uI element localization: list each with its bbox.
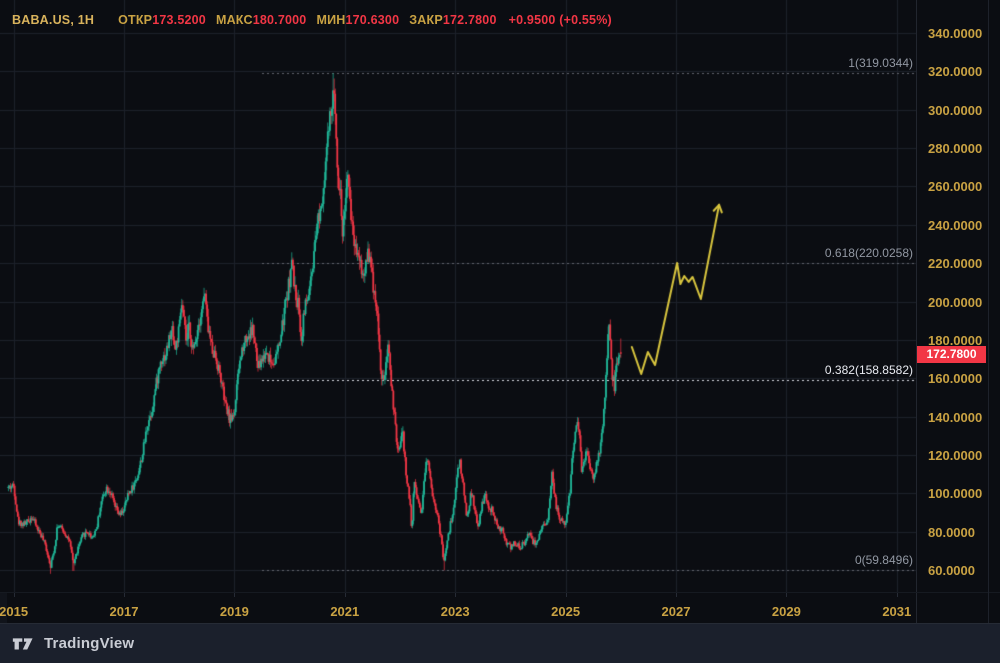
bottom-panel: TradingView [0, 623, 1000, 663]
open-label: ОТКР [118, 13, 153, 27]
right-gutter-line [988, 0, 989, 663]
price-axis-label: 160.0000 [928, 371, 983, 387]
price-axis-label: 300.0000 [928, 102, 983, 118]
price-axis-label: 220.0000 [928, 256, 983, 272]
time-axis-label: 2025 [551, 604, 581, 619]
time-axis-label: 2019 [219, 604, 249, 619]
low-label: МИН [316, 13, 346, 27]
price-axis-label: 80.0000 [928, 524, 975, 540]
time-axis-label: 2017 [109, 604, 139, 619]
price-axis-label: 240.0000 [928, 217, 983, 233]
change-value: +0.9500 (+0.55%) [508, 13, 612, 27]
price-axis-label: 120.0000 [928, 447, 983, 463]
time-axis-label: 2021 [330, 604, 360, 619]
price-axis-label: 340.0000 [928, 26, 983, 41]
price-axis-label: 280.0000 [928, 141, 983, 157]
price-axis-border [916, 0, 917, 623]
price-axis-label: 60.0000 [928, 563, 975, 578]
time-axis-label: 2029 [771, 604, 801, 619]
close-value: 172.7800 [442, 13, 497, 27]
price-chart-canvas[interactable] [0, 0, 916, 592]
close-label: ЗАКР [409, 13, 443, 27]
price-axis-label: 260.0000 [928, 179, 983, 195]
fib-level-label[interactable]: 0(59.8496) [855, 553, 913, 567]
price-axis-label: 140.0000 [928, 409, 983, 425]
tradingview-logo-text: TradingView [44, 635, 135, 652]
tradingview-chart-window: BABA.US, 1Н ОТКР173.5200 МАКС180.7000 МИН17… [0, 0, 1000, 663]
open-value: 173.5200 [152, 13, 206, 27]
fib-level-label[interactable]: 1(319.0344) [848, 56, 913, 70]
fib-level-label[interactable]: 0.618(220.0258) [825, 246, 913, 260]
tradingview-logo[interactable]: TradingView [12, 635, 134, 652]
tradingview-logo-icon [12, 638, 33, 650]
high-label: МАКС [215, 13, 253, 27]
high-value: 180.7000 [252, 13, 307, 27]
ohlc-legend: BABA.US, 1Н ОТКР173.5200 МАКС180.7000 МИН17… [12, 13, 612, 27]
time-axis-label: 2027 [661, 604, 691, 619]
time-axis[interactable]: 2015 2017 2019 2021 2023 2025 2027 2029 2031 [0, 592, 916, 623]
price-axis-label: 200.0000 [928, 294, 983, 310]
low-value: 170.6300 [345, 13, 400, 27]
time-axis-label: 2031 [882, 604, 912, 619]
time-axis-label: 2023 [440, 604, 470, 619]
price-axis-label: 100.0000 [928, 486, 983, 502]
price-axis-label: 320.0000 [928, 64, 983, 80]
symbol-title[interactable]: BABA.US, 1Н [12, 13, 94, 27]
time-axis-border [0, 592, 1000, 593]
fib-level-label[interactable]: 0.382(158.8582) [825, 363, 913, 377]
last-price-badge: 172.7800 [917, 345, 986, 363]
time-axis-label: 2015 [0, 604, 29, 619]
